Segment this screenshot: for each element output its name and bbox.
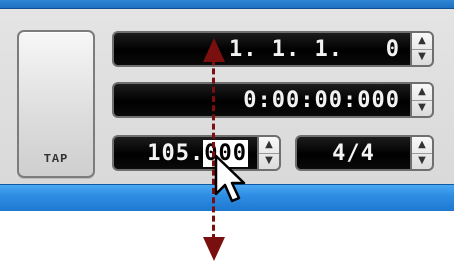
tempo-integer: 105. bbox=[147, 140, 205, 166]
bars-beats-value: 1. 1. 1. 0 bbox=[229, 36, 400, 62]
chevron-down-icon[interactable]: ▼ bbox=[412, 101, 432, 117]
time-signature-stepper[interactable]: ▲ ▼ bbox=[410, 135, 434, 171]
chevron-down-icon[interactable]: ▼ bbox=[412, 154, 432, 170]
time-value: 0:00:00:000 bbox=[243, 87, 400, 113]
chevron-up-icon[interactable]: ▲ bbox=[412, 33, 432, 50]
tap-button-label: TAP bbox=[43, 152, 69, 166]
bars-beats-stepper[interactable]: ▲ ▼ bbox=[410, 31, 434, 67]
arrow-down-icon bbox=[203, 237, 225, 261]
chevron-up-icon[interactable]: ▲ bbox=[259, 137, 279, 154]
time-signature-display[interactable]: 4/4 bbox=[295, 135, 410, 171]
tap-tempo-button[interactable]: TAP bbox=[17, 30, 95, 178]
chevron-down-icon[interactable]: ▼ bbox=[259, 154, 279, 170]
arrow-up-icon bbox=[203, 38, 225, 62]
tempo-stepper[interactable]: ▲ ▼ bbox=[257, 135, 281, 171]
chevron-up-icon[interactable]: ▲ bbox=[412, 137, 432, 154]
time-stepper[interactable]: ▲ ▼ bbox=[410, 82, 434, 118]
dashed-guide-line bbox=[212, 50, 215, 240]
time-display[interactable]: 0:00:00:000 bbox=[112, 82, 410, 118]
top-border bbox=[0, 0, 454, 9]
arrow-pointer-icon bbox=[214, 154, 246, 203]
time-signature-value: 4/4 bbox=[332, 140, 375, 166]
chevron-up-icon[interactable]: ▲ bbox=[412, 84, 432, 101]
chevron-down-icon[interactable]: ▼ bbox=[412, 50, 432, 66]
bars-beats-display[interactable]: 1. 1. 1. 0 bbox=[112, 31, 410, 67]
